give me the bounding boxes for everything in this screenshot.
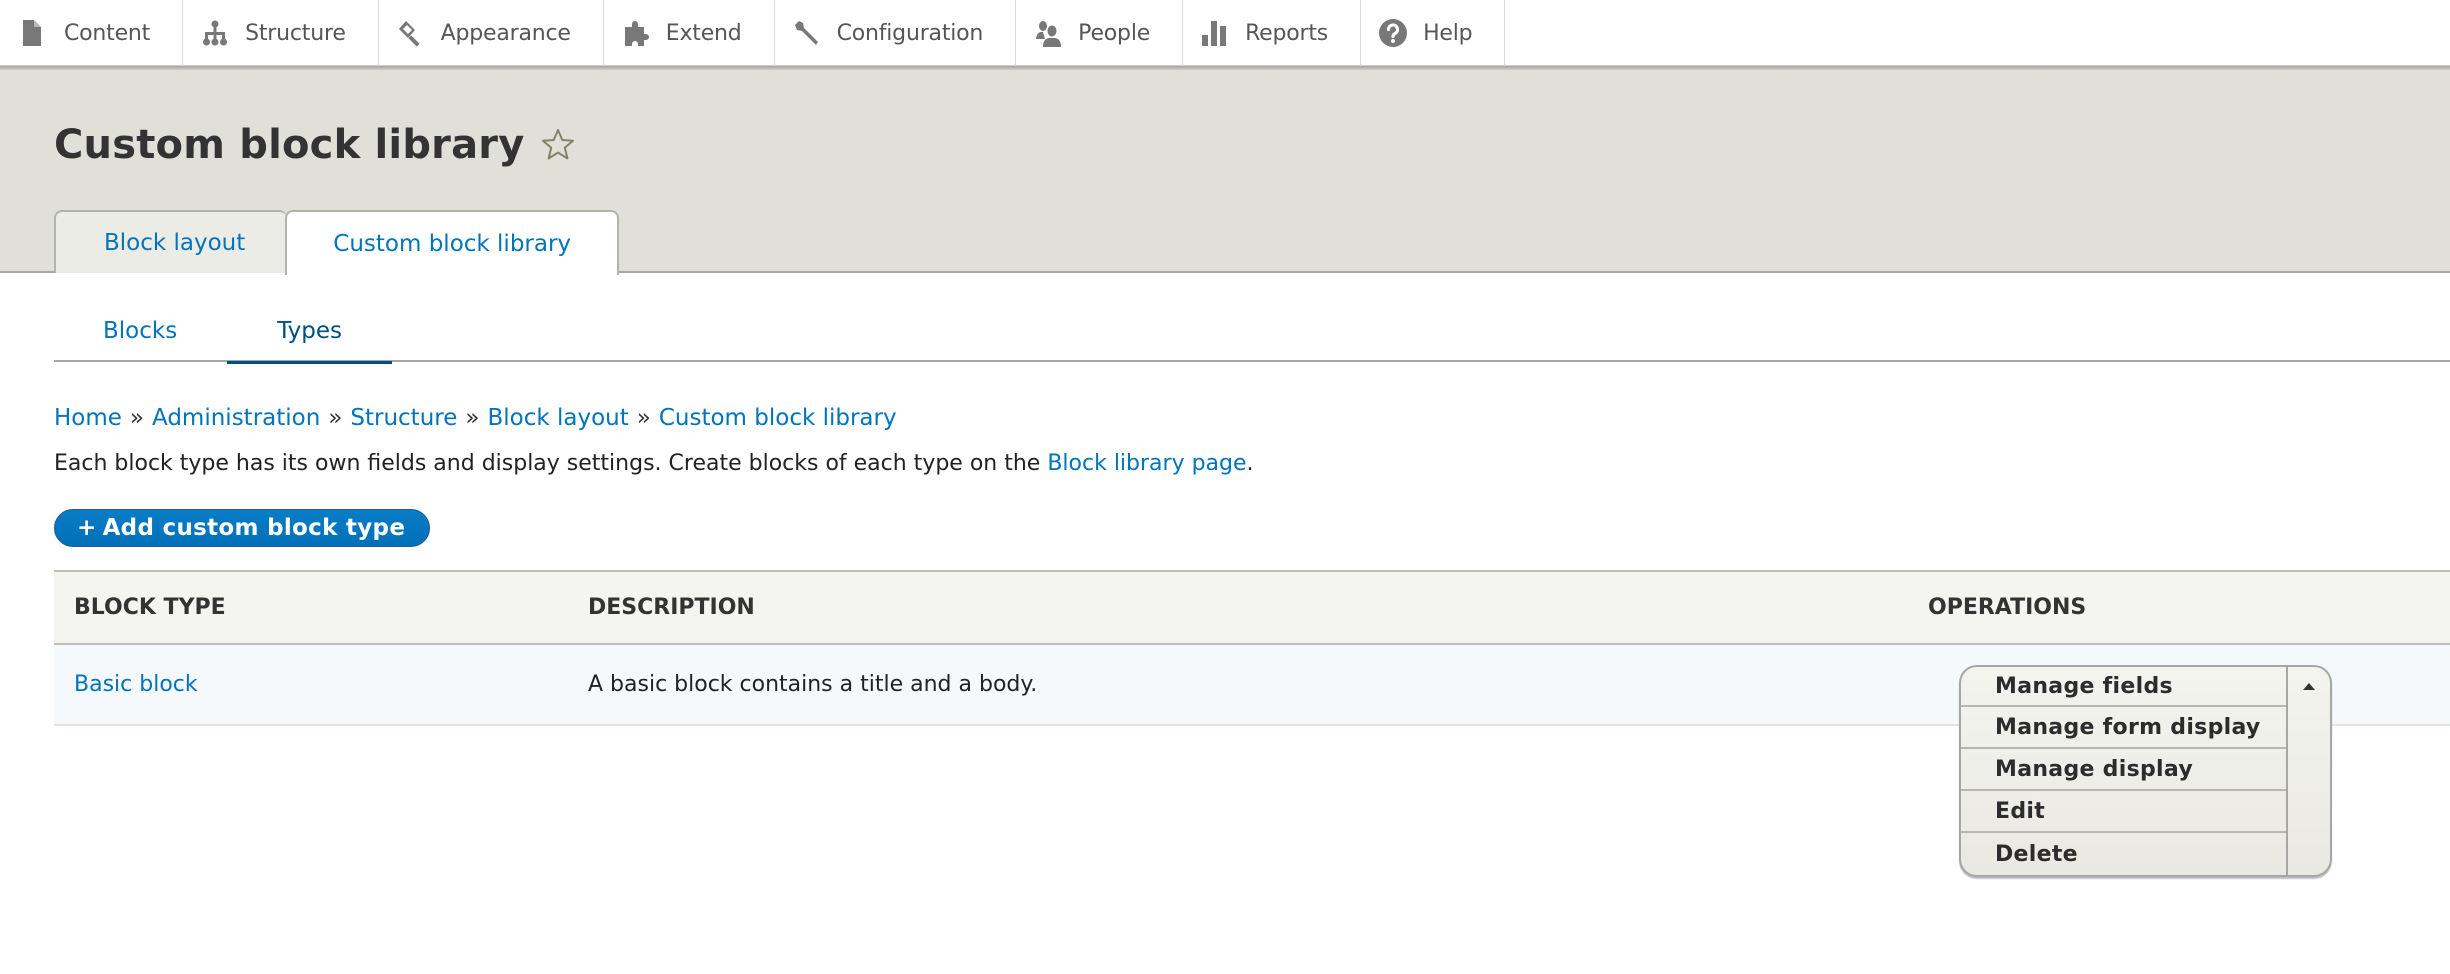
- toolbar-item-label: Extend: [665, 20, 742, 46]
- page-title: Custom block library: [54, 122, 576, 168]
- add-button-label: Add custom block type: [102, 515, 406, 541]
- toolbar-item-help[interactable]: Help: [1361, 0, 1506, 66]
- add-custom-block-type-button[interactable]: + Add custom block type: [54, 509, 431, 547]
- paintbrush-icon: [398, 21, 420, 47]
- page-title-text: Custom block library: [54, 122, 525, 168]
- sitemap-icon: [203, 20, 228, 46]
- header-description: DESCRIPTION: [588, 595, 755, 620]
- cell-description: A basic block contains a title and a bod…: [588, 672, 1038, 697]
- people-icon: [1036, 21, 1062, 47]
- bar-chart-icon: [1202, 21, 1227, 46]
- help-text-after: .: [1246, 451, 1254, 476]
- breadcrumb-separator: »: [636, 405, 651, 431]
- operation-manage-fields[interactable]: Manage fields: [1961, 667, 2286, 707]
- puzzle-icon: [624, 21, 649, 46]
- operation-manage-display[interactable]: Manage display: [1961, 749, 2286, 791]
- breadcrumb-block-layout[interactable]: Block layout: [487, 405, 628, 431]
- toolbar-item-label: Reports: [1245, 20, 1329, 46]
- toolbar-item-extend[interactable]: Extend: [604, 0, 775, 66]
- toolbar-item-reports[interactable]: Reports: [1183, 0, 1362, 66]
- header-block-type: BLOCK TYPE: [74, 595, 226, 620]
- wrench-icon: [794, 21, 818, 45]
- breadcrumb-home[interactable]: Home: [54, 405, 122, 431]
- breadcrumb-structure[interactable]: Structure: [350, 405, 457, 431]
- secondary-tabs: Blocks Types: [54, 300, 2450, 364]
- operation-delete[interactable]: Delete: [1961, 833, 2286, 875]
- breadcrumb-separator: »: [129, 405, 144, 431]
- star-outline-icon[interactable]: [540, 127, 576, 163]
- breadcrumb: Home » Administration » Structure » Bloc…: [54, 405, 897, 431]
- toolbar-item-people[interactable]: People: [1016, 0, 1184, 66]
- toolbar-item-label: Configuration: [836, 20, 984, 46]
- breadcrumb-custom-block-library[interactable]: Custom block library: [659, 405, 897, 431]
- tab-block-layout[interactable]: Block layout: [54, 210, 288, 273]
- header-operations: OPERATIONS: [1928, 595, 2087, 620]
- page-header: Custom block library Block layout Custom…: [0, 70, 2450, 275]
- question-icon: [1379, 19, 1408, 47]
- tab-blocks[interactable]: Blocks: [54, 300, 227, 362]
- toolbar-item-label: Help: [1423, 20, 1473, 46]
- operations-list: Manage fields Manage form display Manage…: [1961, 667, 2288, 875]
- breadcrumb-separator: »: [465, 405, 480, 431]
- help-text: Each block type has its own fields and d…: [54, 451, 1254, 476]
- toolbar-item-appearance[interactable]: Appearance: [379, 0, 604, 66]
- toolbar-item-label: Content: [64, 20, 151, 46]
- admin-toolbar: Content Structure Appearance Extend Conf…: [0, 0, 2450, 66]
- tab-custom-block-library[interactable]: Custom block library: [285, 210, 620, 275]
- table-header: BLOCK TYPE DESCRIPTION OPERATIONS: [54, 570, 2450, 645]
- help-text-before: Each block type has its own fields and d…: [54, 451, 1048, 476]
- toolbar-item-content[interactable]: Content: [0, 0, 184, 66]
- operations-dropbutton: Manage fields Manage form display Manage…: [1959, 665, 2332, 877]
- toolbar-item-label: Structure: [245, 20, 346, 46]
- toolbar-item-label: People: [1078, 20, 1151, 46]
- plus-icon: +: [77, 515, 97, 541]
- block-library-page-link[interactable]: Block library page: [1047, 451, 1246, 476]
- cell-block-type: Basic block: [54, 672, 568, 697]
- operation-manage-form-display[interactable]: Manage form display: [1961, 707, 2286, 749]
- operation-edit[interactable]: Edit: [1961, 791, 2286, 833]
- breadcrumb-separator: »: [328, 405, 343, 431]
- block-type-link[interactable]: Basic block: [74, 672, 198, 697]
- caret-up-icon: [2303, 683, 2315, 690]
- toolbar-item-structure[interactable]: Structure: [183, 0, 379, 66]
- tab-types[interactable]: Types: [227, 300, 392, 364]
- primary-tabs: Block layout Custom block library: [54, 210, 620, 275]
- dropbutton-toggle[interactable]: [2288, 667, 2330, 875]
- toolbar-item-configuration[interactable]: Configuration: [775, 0, 1017, 66]
- toolbar-item-label: Appearance: [440, 20, 571, 46]
- file-icon: [23, 20, 41, 46]
- breadcrumb-administration[interactable]: Administration: [152, 405, 320, 431]
